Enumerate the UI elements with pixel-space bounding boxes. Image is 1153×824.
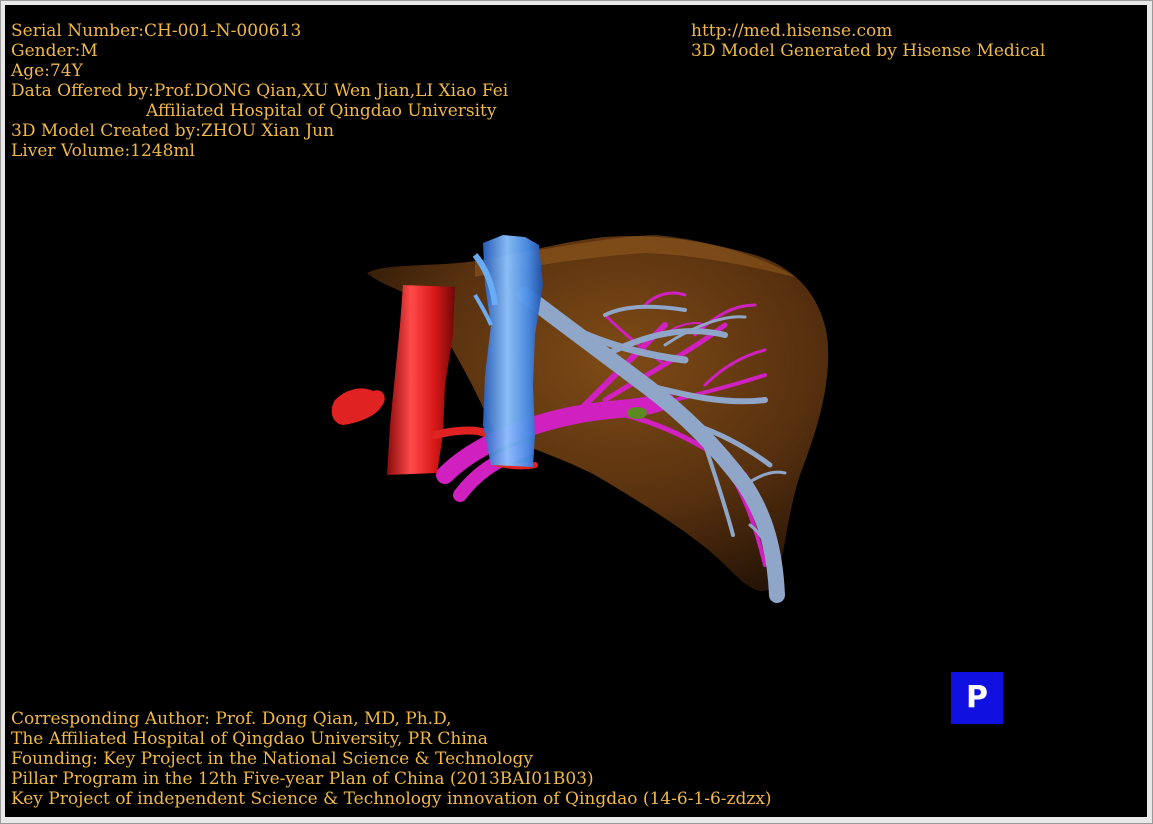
model-created-by: 3D Model Created by:ZHOU Xian Jun (11, 121, 335, 141)
window-frame: Serial Number:CH-001-N-000613 Gender:M A… (0, 0, 1153, 824)
footer-key-project: Key Project of independent Science & Tec… (11, 789, 772, 809)
footer-corresponding-author: Corresponding Author: Prof. Dong Qian, M… (11, 709, 452, 729)
generated-by: 3D Model Generated by Hisense Medical (691, 41, 1046, 61)
p-button[interactable]: P (951, 672, 1003, 724)
footer-founding: Founding: Key Project in the National Sc… (11, 749, 533, 769)
hospital-name: Affiliated Hospital of Qingdao Universit… (146, 101, 497, 121)
3d-viewport[interactable]: Serial Number:CH-001-N-000613 Gender:M A… (5, 5, 1147, 817)
age: Age:74Y (11, 61, 83, 81)
serial-number: Serial Number:CH-001-N-000613 (11, 21, 302, 41)
data-offered-by: Data Offered by:Prof.DONG Qian,XU Wen Ji… (11, 81, 509, 101)
liver-volume: Liver Volume:1248ml (11, 141, 195, 161)
gallbladder (627, 407, 647, 419)
footer-pillar-program: Pillar Program in the 12th Five-year Pla… (11, 769, 594, 789)
gender: Gender:M (11, 41, 98, 61)
footer-affiliation: The Affiliated Hospital of Qingdao Unive… (11, 729, 488, 749)
hisense-url: http://med.hisense.com (691, 21, 893, 41)
